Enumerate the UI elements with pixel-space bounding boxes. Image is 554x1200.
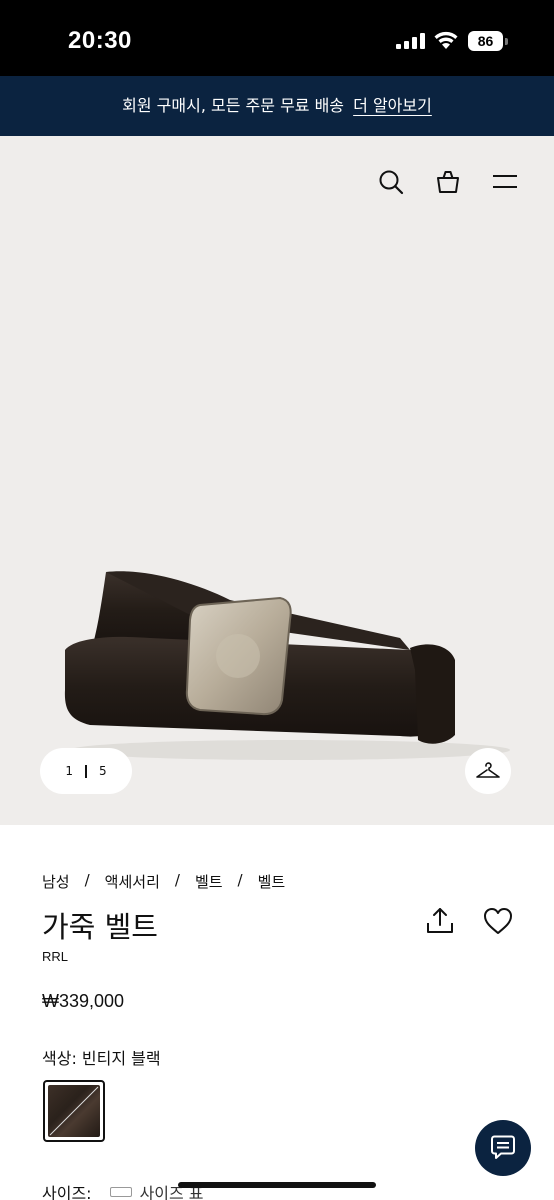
chat-button[interactable] <box>475 1120 531 1176</box>
product-title: 가죽 벨트 <box>42 910 158 944</box>
promo-banner: 회원 구매시, 모든 주문 무료 배송 더 알아보기 <box>0 76 554 136</box>
pager-separator <box>85 764 87 778</box>
product-price: ₩339,000 <box>42 991 125 1011</box>
hanger-icon <box>476 762 500 778</box>
breadcrumb-accessories[interactable]: 액세서리 <box>105 871 160 892</box>
battery-level: 86 <box>468 31 503 51</box>
breadcrumb-belt[interactable]: 벨트 <box>258 871 286 892</box>
wifi-icon <box>434 31 458 49</box>
search-icon[interactable] <box>376 167 406 197</box>
status-time: 20:30 <box>68 27 132 54</box>
status-bar: 20:30 86 <box>0 0 554 76</box>
breadcrumb-separator: / <box>237 871 243 889</box>
menu-icon[interactable] <box>490 167 520 197</box>
breadcrumb: 남성 / 액세서리 / 벨트 / 벨트 <box>42 871 285 892</box>
cellular-signal-icon <box>396 33 425 49</box>
promo-learn-more-link[interactable]: 더 알아보기 <box>353 96 432 115</box>
virtual-try-on-button[interactable] <box>465 748 511 794</box>
chat-bubble-icon <box>491 1135 515 1159</box>
heart-icon[interactable] <box>482 906 514 936</box>
breadcrumb-separator: / <box>174 871 180 889</box>
promo-text: 회원 구매시, 모든 주문 무료 배송 <box>122 96 345 115</box>
battery-indicator: 86 <box>468 31 508 51</box>
color-label: 색상: 빈티지 블랙 <box>42 1049 161 1068</box>
share-icon[interactable] <box>424 905 456 937</box>
breadcrumb-belts[interactable]: 벨트 <box>195 871 223 892</box>
home-indicator <box>178 1182 376 1188</box>
product-brand[interactable]: RRL <box>42 949 68 964</box>
color-swatch-vintage-black[interactable] <box>43 1080 105 1142</box>
shopping-bag-icon[interactable] <box>433 167 463 197</box>
gallery-pager: 1 5 <box>40 748 132 794</box>
color-swatch-image <box>48 1085 100 1137</box>
pager-total: 5 <box>99 764 107 778</box>
pager-current: 1 <box>65 764 73 778</box>
breadcrumb-separator: / <box>84 871 90 889</box>
size-label: 사이즈: <box>42 1184 92 1200</box>
battery-tip <box>505 38 508 45</box>
product-image-belt <box>64 571 510 760</box>
swatch-diagonal <box>49 1086 99 1136</box>
ruler-icon <box>109 1187 132 1197</box>
breadcrumb-men[interactable]: 남성 <box>42 871 70 892</box>
